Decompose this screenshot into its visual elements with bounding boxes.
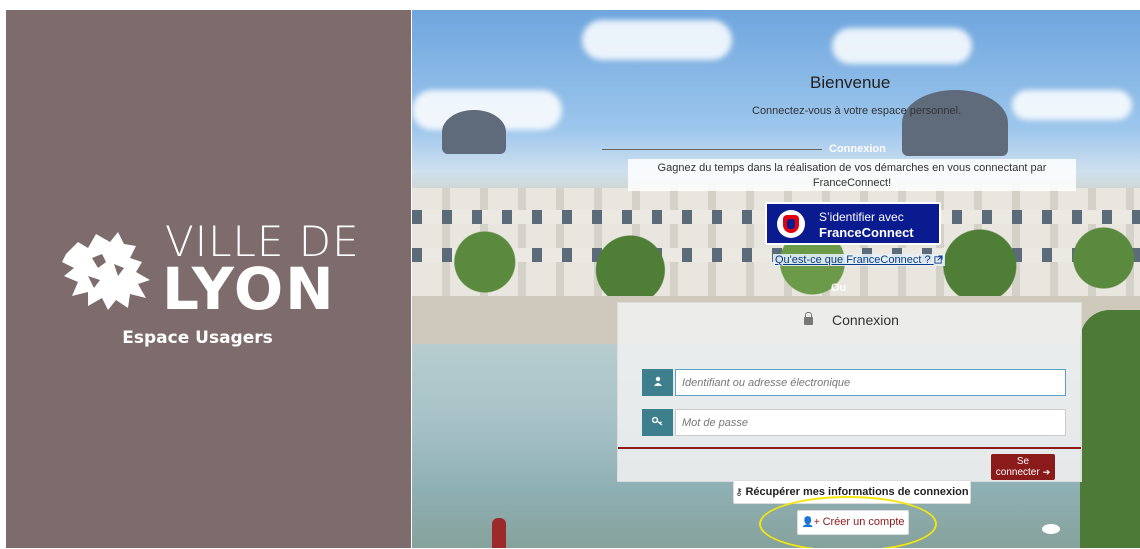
lion-icon (62, 232, 150, 310)
key-icon (642, 409, 673, 436)
what-is-franceconnect-link[interactable]: Qu'est-ce que FranceConnect ? (773, 254, 945, 266)
logo-text-lyon: LYON (162, 255, 336, 323)
espace-usagers-title: Espace Usagers (122, 328, 273, 348)
lock-icon (804, 312, 813, 325)
welcome-title: Bienvenue (810, 73, 891, 92)
create-account-label: Créer un compte (822, 516, 905, 528)
password-input[interactable] (675, 409, 1066, 436)
cloud (1012, 90, 1132, 120)
username-row (642, 369, 1066, 396)
franceconnect-button-line2: FranceConnect (819, 225, 914, 240)
create-account-button[interactable]: 👤+ Créer un compte (797, 510, 909, 535)
cloud (582, 20, 732, 60)
external-link-icon (934, 255, 943, 264)
login-button[interactable]: Se connecter ➔ (991, 454, 1055, 480)
login-button-label: Se connecter (995, 456, 1040, 478)
add-user-icon: 👤+ (801, 517, 823, 528)
brand-panel: VILLE DE LYON Espace Usagers (6, 10, 411, 548)
username-input[interactable] (675, 369, 1066, 396)
what-is-franceconnect-link-text: Qu'est-ce que FranceConnect ? (775, 254, 931, 266)
franceconnect-button-line1: S’identifier avec (819, 210, 904, 224)
login-title: Connexion (832, 312, 899, 328)
ville-de-lyon-logo: VILLE DE LYON (58, 218, 359, 328)
central-dome (902, 90, 1008, 156)
user-icon (642, 369, 673, 396)
cloud (832, 28, 972, 64)
welcome-subtitle: Connectez-vous à votre espace personnel. (752, 105, 962, 117)
sign-in-icon: ➔ (1042, 467, 1051, 477)
key-icon: ⚷ (735, 487, 746, 498)
left-dome (442, 110, 506, 154)
right-trees (1080, 310, 1140, 548)
franceconnect-info: Gagnez du temps dans la réalisation de v… (628, 159, 1076, 191)
login-divider (618, 447, 1081, 449)
background-scene: Bienvenue Connectez-vous à votre espace … (412, 10, 1140, 548)
franceconnect-section-label: Connexion (829, 143, 886, 155)
person-figure (492, 518, 506, 548)
franceconnect-button[interactable]: S’identifier avec FranceConnect (765, 202, 941, 245)
or-separator: Ou (831, 282, 847, 294)
login-header: Connexion (618, 303, 1081, 343)
login-panel: Connexion Se connecter➔ (617, 302, 1082, 482)
swan-figure (1042, 524, 1060, 534)
section-divider (602, 149, 822, 150)
password-row (642, 409, 1066, 436)
franceconnect-logo-icon (777, 210, 805, 238)
